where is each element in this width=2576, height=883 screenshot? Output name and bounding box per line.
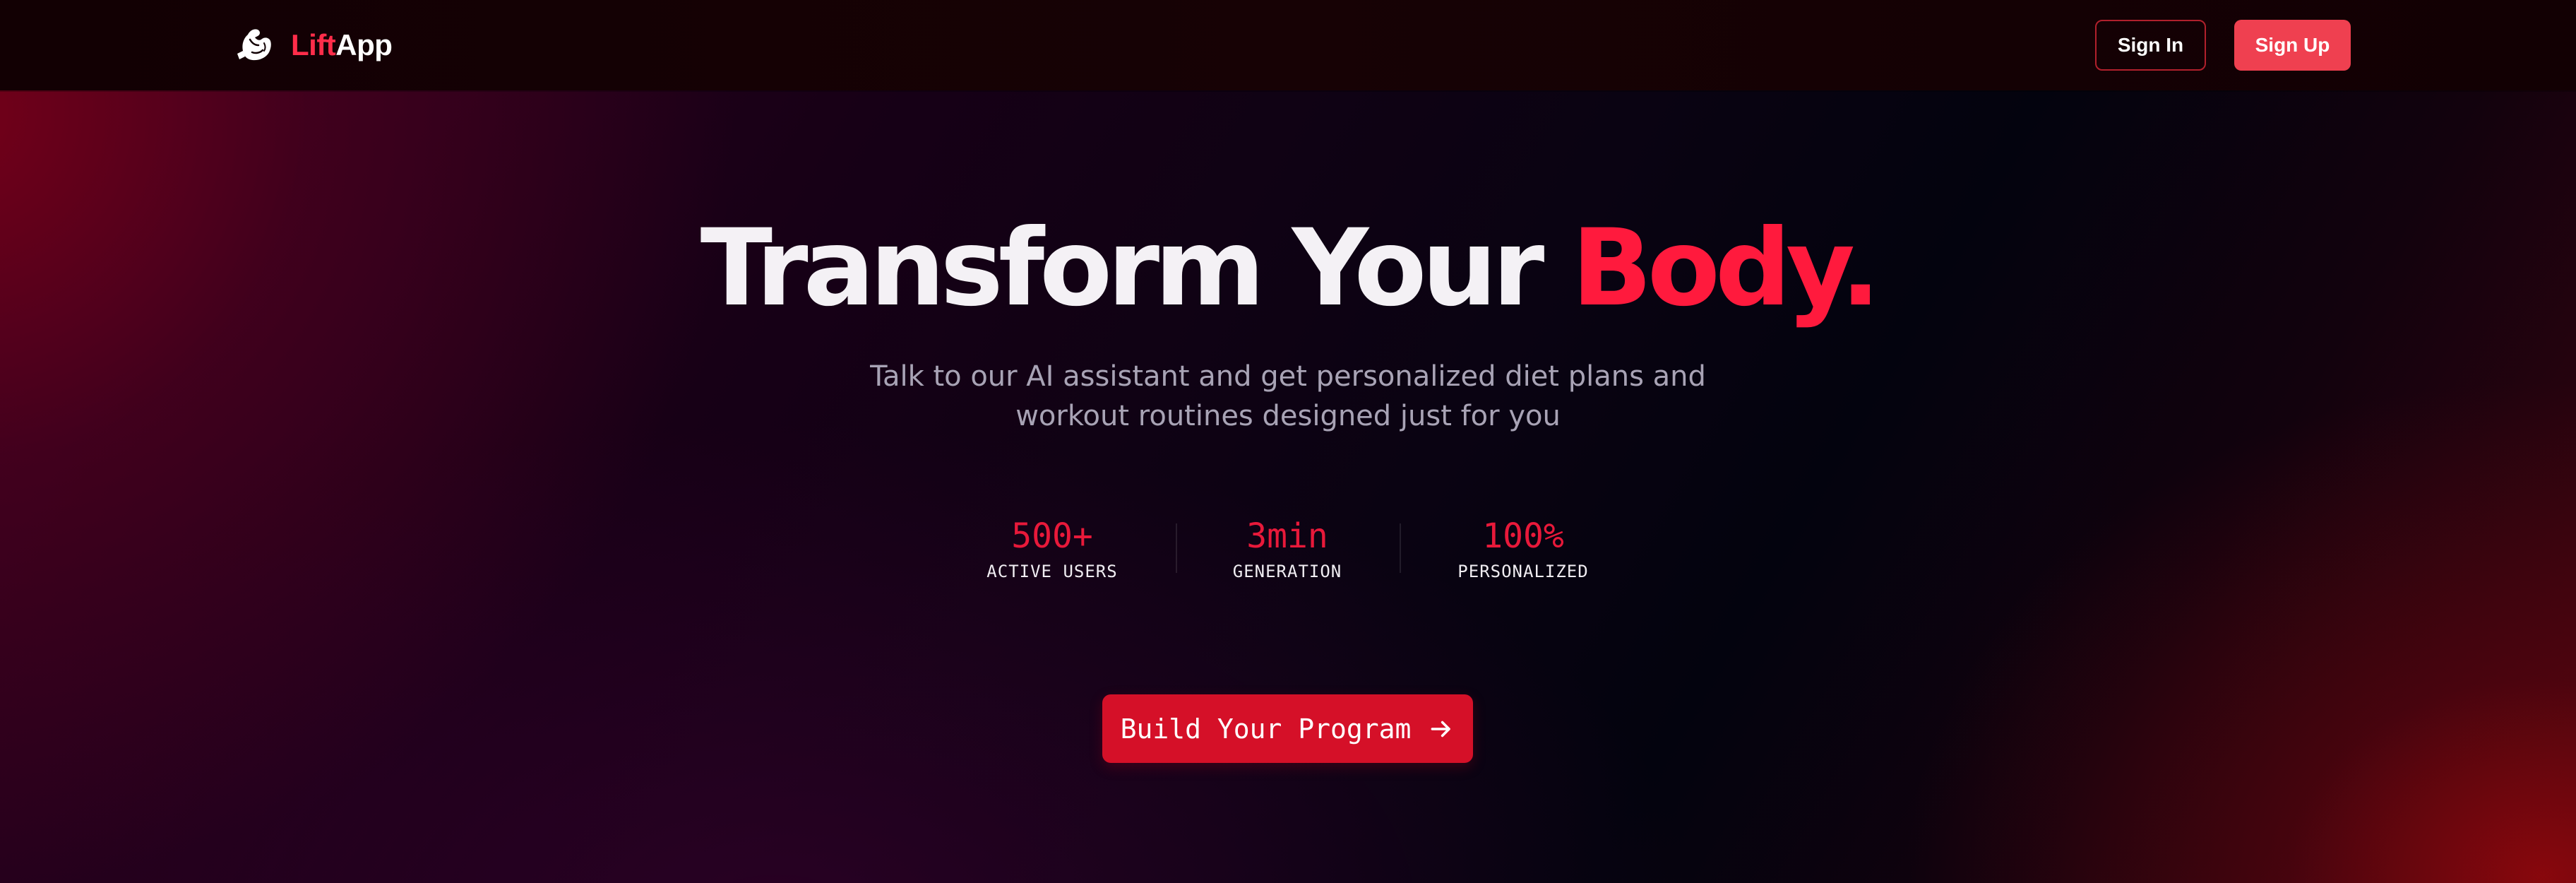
top-navbar: Lift App Sign In Sign Up xyxy=(0,0,2576,90)
hero-title: Transform Your Body. xyxy=(0,205,2576,332)
stat-active-users: 500+ ACTIVE USERS xyxy=(960,513,1144,583)
hero-title-accent: Body. xyxy=(1571,207,1881,330)
arrow-right-icon xyxy=(1431,721,1451,737)
stat-divider xyxy=(1176,523,1177,573)
flexing-arm-icon xyxy=(237,29,271,61)
stat-generation: 3min GENERATION xyxy=(1195,513,1379,583)
stat-divider xyxy=(1400,523,1401,573)
sign-in-button[interactable]: Sign In xyxy=(2095,20,2206,71)
stat-personalized: 100% PERSONALIZED xyxy=(1431,513,1615,583)
stat-label: ACTIVE USERS xyxy=(986,562,1118,581)
sign-up-button[interactable]: Sign Up xyxy=(2234,20,2351,71)
stat-label: GENERATION xyxy=(1232,562,1342,581)
hero-subtitle: Talk to our AI assistant and get persona… xyxy=(870,360,1706,432)
brand-name-part-1: Lift xyxy=(291,28,336,61)
build-program-button[interactable]: Build Your Program xyxy=(1102,694,1473,763)
stat-value: 3min xyxy=(1246,516,1328,556)
stat-value: 500+ xyxy=(1011,516,1093,556)
brand-name-part-2: App xyxy=(335,28,393,61)
landing-page: Lift App Sign In Sign Up Transform Your B… xyxy=(0,0,2576,883)
brand-name: Lift App xyxy=(291,28,393,61)
hero-title-main: Transform Your xyxy=(700,207,1572,330)
stat-label: PERSONALIZED xyxy=(1457,562,1589,581)
stat-value: 100% xyxy=(1482,516,1564,556)
brand-link[interactable]: Lift App xyxy=(233,21,393,69)
build-program-label: Build Your Program xyxy=(1120,713,1412,745)
